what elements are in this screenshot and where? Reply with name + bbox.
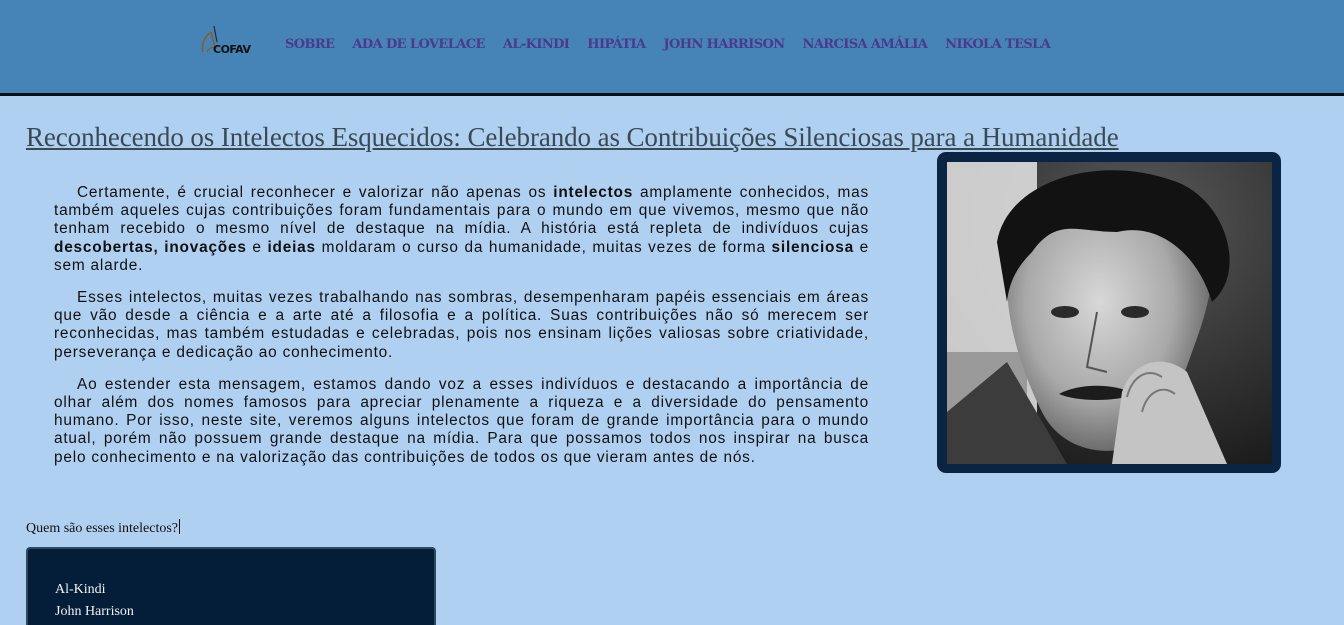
question-text: Quem são esses intelectos? [26,521,179,536]
nav-ada-de-lovelace[interactable]: ADA DE LOVELACE [352,37,485,52]
p1-text-1: Certamente, é crucial reconhecer e valor… [77,184,554,201]
p1-bold-2: descobertas, inovações [54,238,247,256]
nav-john-harrison[interactable]: JOHN HARRISON [664,37,786,52]
nav-sobre[interactable]: SOBRE [285,37,335,52]
p1-bold-3: ideias [267,238,316,256]
nav-nikola-tesla[interactable]: NIKOLA TESLA [945,37,1051,52]
list-item[interactable]: John Harrison [55,601,134,623]
text-caret [179,519,181,534]
p1-bold-1: intelectos [553,184,634,201]
paragraph-2: Esses intelectos, muitas vezes trabalhan… [54,289,869,361]
list-item[interactable]: Al-Kindi [55,579,134,601]
p1-text-4: moldaram o curso da humanidade, muitas v… [315,238,772,256]
p1-bold-4: silenciosa [771,238,854,256]
nav-al-kindi[interactable]: AL-KINDI [503,37,570,52]
portrait-photo [947,162,1272,464]
nav-hipatia[interactable]: HIPÁTIA [587,37,646,52]
intellect-list-panel: Al-Kindi John Harrison [26,547,436,625]
page-title: Reconhecendo os Intelectos Esquecidos: C… [26,122,1119,152]
list-question: Quem são esses intelectos? [26,519,181,537]
intro-article: Certamente, é crucial reconhecer e valor… [54,184,869,481]
logo-text: COFAV [213,43,251,56]
main-nav: SOBRE ADA DE LOVELACE AL-KINDI HIPÁTIA J… [285,37,1068,52]
paragraph-1: Certamente, é crucial reconhecer e valor… [54,184,869,275]
intellect-list: Al-Kindi John Harrison [55,579,134,623]
nav-narcisa-amalia[interactable]: NARCISA AMÁLIA [803,37,928,52]
site-header: COFAV SOBRE ADA DE LOVELACE AL-KINDI HIP… [0,0,1344,96]
p1-text-3: e [246,238,268,256]
paragraph-3: Ao estender esta mensagem, estamos dando… [54,375,869,466]
